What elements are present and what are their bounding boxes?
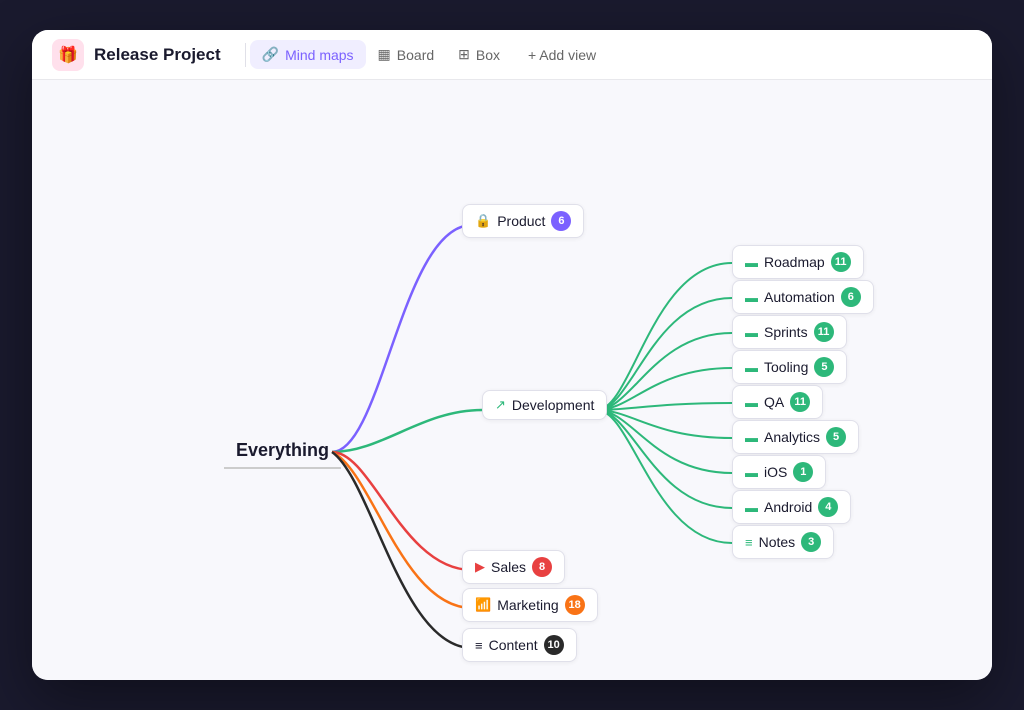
- sprints-badge: 11: [814, 322, 834, 342]
- marketing-badge: 18: [565, 595, 585, 615]
- folder-icon-analytics: ▬: [745, 430, 758, 445]
- automation-badge: 6: [841, 287, 861, 307]
- analytics-node[interactable]: ▬ Analytics 5: [732, 420, 859, 454]
- app-window: 🎁 Release Project 🔗 Mind maps ▦ Board ⊞ …: [32, 30, 992, 680]
- mindmap-icon: 🔗: [262, 46, 279, 63]
- folder-icon-android: ▬: [745, 500, 758, 515]
- folder-icon-sprints: ▬: [745, 325, 758, 340]
- product-badge: 6: [551, 211, 571, 231]
- folder-icon-automation: ▬: [745, 290, 758, 305]
- folder-icon-roadmap: ▬: [745, 255, 758, 270]
- qa-badge: 11: [790, 392, 810, 412]
- marketing-node[interactable]: 📶 Marketing 18: [462, 588, 598, 622]
- product-node[interactable]: 🔒 Product 6: [462, 204, 584, 238]
- list-icon: ≡: [475, 638, 483, 653]
- divider: [245, 43, 246, 67]
- root-node: Everything: [224, 434, 341, 469]
- tooling-node[interactable]: ▬ Tooling 5: [732, 350, 847, 384]
- project-logo: 🎁: [52, 39, 84, 71]
- qa-node[interactable]: ▬ QA 11: [732, 385, 823, 419]
- titlebar: 🎁 Release Project 🔗 Mind maps ▦ Board ⊞ …: [32, 30, 992, 80]
- folder-icon-qa: ▬: [745, 395, 758, 410]
- analytics-badge: 5: [826, 427, 846, 447]
- roadmap-node[interactable]: ▬ Roadmap 11: [732, 245, 864, 279]
- lock-icon: 🔒: [475, 213, 491, 229]
- project-title: Release Project: [94, 45, 221, 65]
- sprints-node[interactable]: ▬ Sprints 11: [732, 315, 847, 349]
- sales-node[interactable]: ▶ Sales 8: [462, 550, 565, 584]
- sales-badge: 8: [532, 557, 552, 577]
- notes-badge: 3: [801, 532, 821, 552]
- android-node[interactable]: ▬ Android 4: [732, 490, 851, 524]
- content-node[interactable]: ≡ Content 10: [462, 628, 577, 662]
- list-icon-notes: ≡: [745, 535, 753, 550]
- sales-icon: ▶: [475, 559, 485, 575]
- ios-node[interactable]: ▬ iOS 1: [732, 455, 826, 489]
- development-node[interactable]: ↗ Development: [482, 390, 607, 420]
- automation-node[interactable]: ▬ Automation 6: [732, 280, 874, 314]
- folder-icon-tooling: ▬: [745, 360, 758, 375]
- android-badge: 4: [818, 497, 838, 517]
- roadmap-badge: 11: [831, 252, 851, 272]
- ios-badge: 1: [793, 462, 813, 482]
- content-badge: 10: [544, 635, 564, 655]
- tab-board[interactable]: ▦ Board: [366, 40, 447, 69]
- arrow-icon: ↗: [495, 397, 506, 413]
- tab-mindmaps[interactable]: 🔗 Mind maps: [250, 40, 366, 69]
- box-icon: ⊞: [458, 46, 470, 63]
- tooling-badge: 5: [814, 357, 834, 377]
- folder-icon-ios: ▬: [745, 465, 758, 480]
- add-view-button[interactable]: + Add view: [516, 41, 608, 69]
- mindmap-canvas: Everything 🔒 Product 6 ↗ Development ▶ S…: [32, 80, 992, 680]
- wifi-icon: 📶: [475, 597, 491, 613]
- notes-node[interactable]: ≡ Notes 3: [732, 525, 834, 559]
- tab-box[interactable]: ⊞ Box: [446, 40, 512, 69]
- board-icon: ▦: [378, 46, 391, 63]
